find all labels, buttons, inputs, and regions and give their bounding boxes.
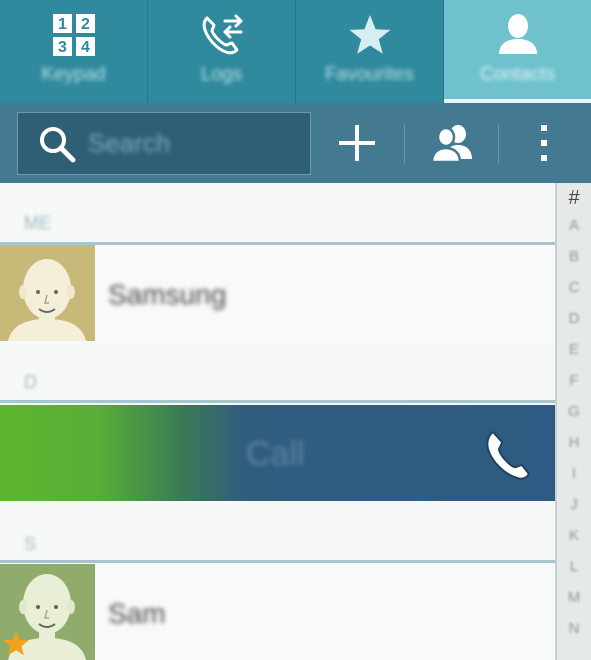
tab-contacts[interactable]: Contacts — [444, 0, 591, 103]
section-header-me: ME — [0, 183, 555, 245]
groups-icon — [430, 125, 472, 163]
search-icon — [34, 121, 80, 167]
index-letter[interactable]: G — [557, 403, 591, 420]
index-letter[interactable]: J — [557, 496, 591, 513]
index-letter[interactable]: A — [557, 217, 591, 234]
index-letter[interactable]: D — [557, 310, 591, 327]
tab-favourites[interactable]: Favourites — [296, 0, 444, 103]
section-divider — [0, 560, 555, 563]
plus-icon — [339, 125, 375, 161]
phone-icon — [486, 431, 530, 480]
tab-keypad-label: Keypad — [41, 64, 106, 85]
svg-text:3: 3 — [58, 39, 67, 56]
index-letter[interactable]: K — [557, 527, 591, 544]
svg-text:4: 4 — [81, 39, 90, 56]
contact-name: Sam — [108, 598, 166, 629]
swipe-to-call-row[interactable]: Call — [0, 405, 555, 501]
contact-list: ME Samsung D Call S Sam — [0, 183, 555, 660]
index-letter[interactable]: N — [557, 620, 591, 637]
keypad-icon: 1 2 3 4 — [44, 12, 104, 58]
search-placeholder: Search — [88, 128, 171, 158]
index-letter[interactable]: M — [557, 589, 591, 606]
groups-button[interactable] — [423, 117, 481, 169]
overflow-menu-icon — [541, 125, 547, 161]
index-letter[interactable]: F — [557, 372, 591, 389]
tab-keypad[interactable]: 1 2 3 4 Keypad — [0, 0, 148, 103]
svg-text:1: 1 — [58, 16, 67, 33]
index-letter[interactable]: I — [557, 465, 591, 482]
tab-logs[interactable]: Logs — [148, 0, 296, 103]
index-letter[interactable]: L — [557, 558, 591, 575]
action-divider — [404, 124, 405, 164]
alphabet-index-scroller[interactable]: # A B C D E F G H I J K L M N — [555, 183, 591, 660]
index-letter[interactable]: H — [557, 434, 591, 451]
tab-logs-label: Logs — [200, 64, 243, 85]
index-letter[interactable]: C — [557, 279, 591, 296]
section-divider — [0, 400, 555, 403]
index-letter[interactable]: E — [557, 341, 591, 358]
more-options-button[interactable] — [518, 117, 570, 169]
svg-text:2: 2 — [81, 16, 90, 33]
tab-favourites-label: Favourites — [325, 64, 414, 85]
search-input[interactable]: Search — [17, 112, 311, 175]
index-letter[interactable]: B — [557, 248, 591, 265]
action-bar: Search — [0, 103, 591, 183]
call-log-icon — [192, 12, 252, 58]
add-contact-button[interactable] — [329, 117, 385, 169]
tab-bar: 1 2 3 4 Keypad Logs Favourites Contacts — [0, 0, 591, 103]
tab-contacts-label: Contacts — [480, 64, 555, 85]
section-header-s: S — [0, 501, 555, 563]
person-icon — [488, 12, 548, 58]
index-hash[interactable]: # — [557, 187, 591, 210]
swipe-call-label: Call — [246, 435, 305, 473]
favorite-star-icon — [3, 631, 29, 656]
action-divider — [498, 124, 499, 164]
star-icon — [340, 12, 400, 58]
contact-name: Samsung — [108, 279, 227, 310]
contact-row[interactable]: Samsung — [0, 245, 555, 341]
section-header-d: D — [0, 341, 555, 403]
contact-row[interactable]: Sam — [0, 564, 555, 660]
contact-avatar — [0, 245, 95, 341]
